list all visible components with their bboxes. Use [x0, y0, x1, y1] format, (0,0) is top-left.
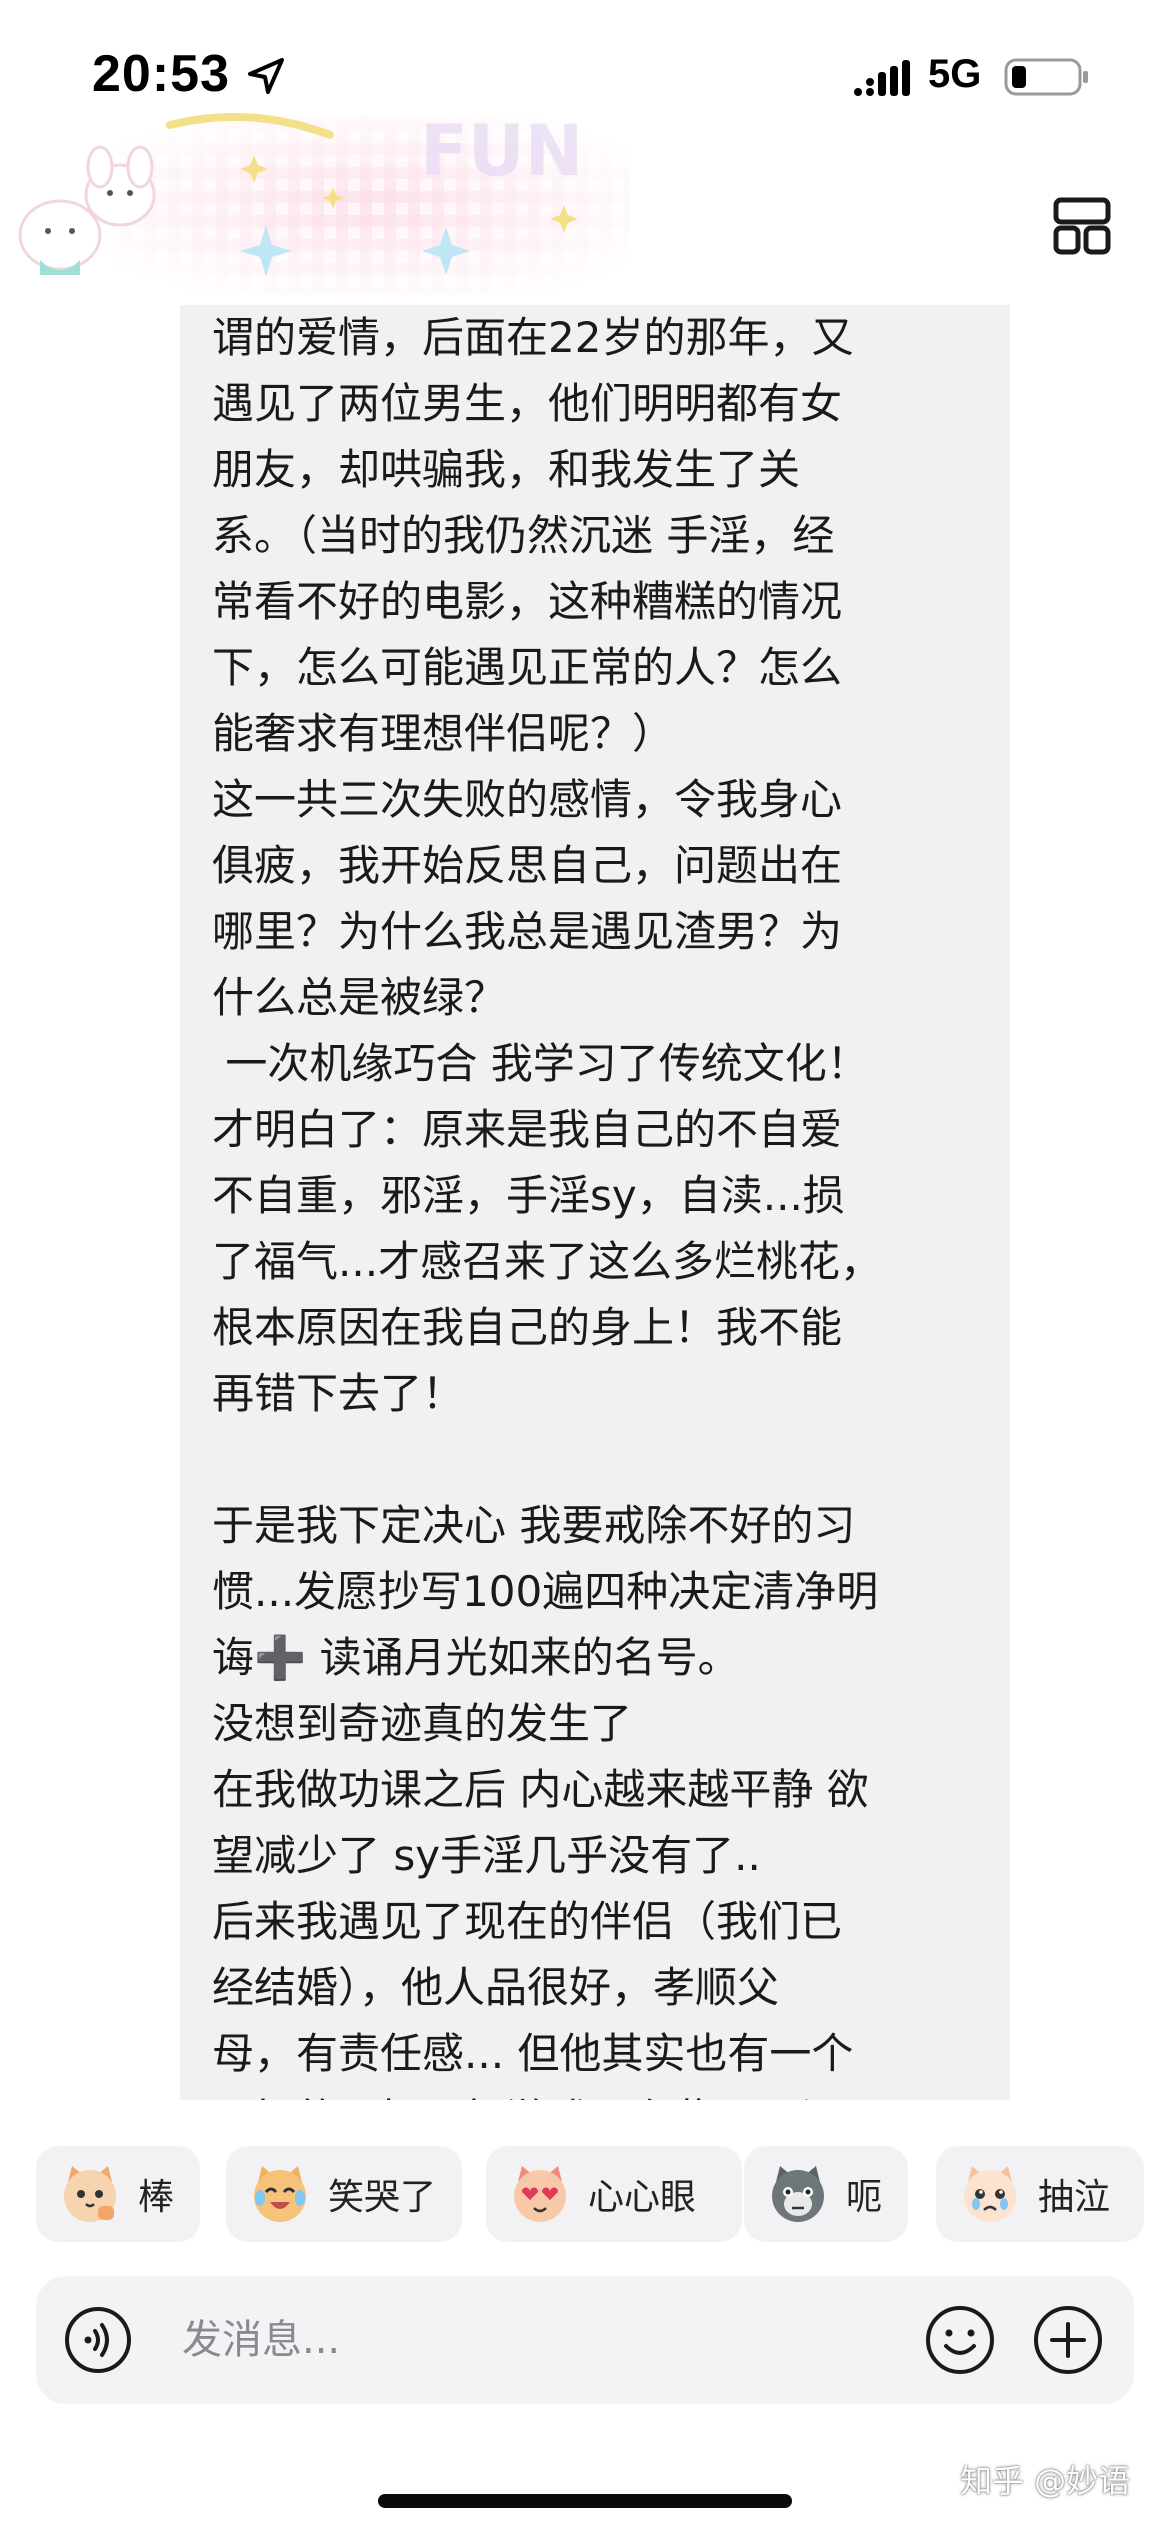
reaction-label: 呃: [846, 2177, 883, 2218]
reaction-label: 抽泣: [1038, 2177, 1111, 2218]
message-line: 朋友，却哄骗我，和我发生了关: [212, 445, 801, 494]
message-bubble[interactable]: 谓的爱情，后面在22岁的那年，又 遇见了两位男生，他们明明都有女 朋友，却哄骗我，和…: [180, 305, 1010, 2100]
grid-layout-icon[interactable]: [1052, 196, 1112, 256]
reaction-label: 笑哭了: [328, 2177, 437, 2218]
message-line: 常看不好的电影，这种糟糕的情况: [212, 577, 843, 626]
message-line: 望减少了 sy手淫几乎没有了..: [212, 1831, 761, 1880]
reaction-chip-laugh-cry[interactable]: 笑哭了: [226, 2146, 462, 2242]
cat-thumbs-up-icon: [64, 2166, 116, 2222]
message-line: 谓的爱情，后面在22岁的那年，又: [212, 313, 854, 362]
message-line: 在我做功课之后 内心越来越平静 欲: [212, 1765, 869, 1814]
reaction-label: 心心眼: [588, 2177, 697, 2218]
battery-low-icon: [1004, 58, 1088, 96]
message-line: 这一共三次失败的感情，令我身心: [212, 775, 843, 824]
emoji-icon[interactable]: [924, 2304, 996, 2376]
message-line: 不自重，邪淫，手淫sy，自渎...损: [212, 1171, 845, 1220]
home-indicator[interactable]: [378, 2494, 792, 2508]
plus-icon[interactable]: [1032, 2304, 1104, 2376]
message-line: 一次机缘巧合 我学习了传统文化！: [212, 1039, 869, 1088]
message-line: 遇见了两位男生，他们明明都有女: [212, 379, 843, 428]
message-line: 根本原因在我自己的身上！我不能: [212, 1303, 843, 1352]
message-line: 诲➕ 读诵月光如来的名号。: [212, 1633, 740, 1682]
message-line: 不好的习惯，打游戏，有些心理问: [212, 2087, 1002, 2100]
message-text: 谓的爱情，后面在22岁的那年，又 遇见了两位男生，他们明明都有女 朋友，却哄骗我，和…: [212, 305, 1002, 2100]
sticker-banner-decoration: FUN: [18, 110, 630, 295]
message-line: 经结婚），他人品很好，孝顺父: [212, 1963, 780, 2012]
reaction-chip-heart-eyes[interactable]: 心心眼: [486, 2146, 742, 2242]
message-line: 没想到奇迹真的发生了: [212, 1699, 633, 1748]
message-line: 才明白了：原来是我自己的不自爱: [212, 1105, 843, 1154]
watermark: 知乎 @妙语: [960, 2462, 1131, 2500]
signal-bars-icon: [854, 60, 910, 96]
reaction-chip-awkward[interactable]: 呃: [744, 2146, 908, 2242]
reaction-label: 棒: [138, 2177, 175, 2218]
location-arrow-icon: [248, 58, 284, 94]
message-line: 系。（当时的我仍然沉迷 手淫，经: [212, 511, 835, 560]
network-label: 5G: [928, 52, 982, 96]
reaction-chip-sob[interactable]: 抽泣: [936, 2146, 1144, 2242]
message-line: 再错下去了！: [212, 1369, 465, 1418]
cat-awkward-icon: [772, 2166, 824, 2222]
message-line: 惯...发愿抄写100遍四种决定清净明: [212, 1567, 879, 1616]
reaction-chip-bang[interactable]: 棒: [36, 2146, 200, 2242]
message-input[interactable]: [182, 2306, 782, 2374]
message-line: 了福气...才感召来了这么多烂桃花，: [212, 1237, 883, 1286]
sticker-fun-text: FUN: [420, 110, 583, 192]
message-line: 什么总是被绿？: [212, 973, 507, 1022]
reaction-bar: 棒 笑哭了 心心眼 呃 抽泣: [36, 2146, 1170, 2242]
cat-heart-eyes-icon: [514, 2166, 566, 2222]
message-line: [212, 1427, 1002, 1493]
message-line: 下，怎么可能遇见正常的人？怎么: [212, 643, 843, 692]
message-line: 哪里？为什么我总是遇见渣男？为: [212, 907, 843, 956]
cat-sob-icon: [964, 2166, 1016, 2222]
message-line: 能奢求有理想伴侣呢？）: [212, 709, 675, 758]
cat-laugh-cry-icon: [254, 2166, 306, 2222]
message-line: 后来我遇见了现在的伴侣（我们已: [212, 1897, 843, 1946]
message-line: 俱疲，我开始反思自己，问题出在: [212, 841, 843, 890]
message-line: 母，有责任感... 但他其实也有一个: [212, 2029, 854, 2078]
message-composer: [36, 2276, 1134, 2404]
message-line: 于是我下定决心 我要戒除不好的习: [212, 1501, 856, 1550]
voice-icon[interactable]: [64, 2306, 132, 2374]
